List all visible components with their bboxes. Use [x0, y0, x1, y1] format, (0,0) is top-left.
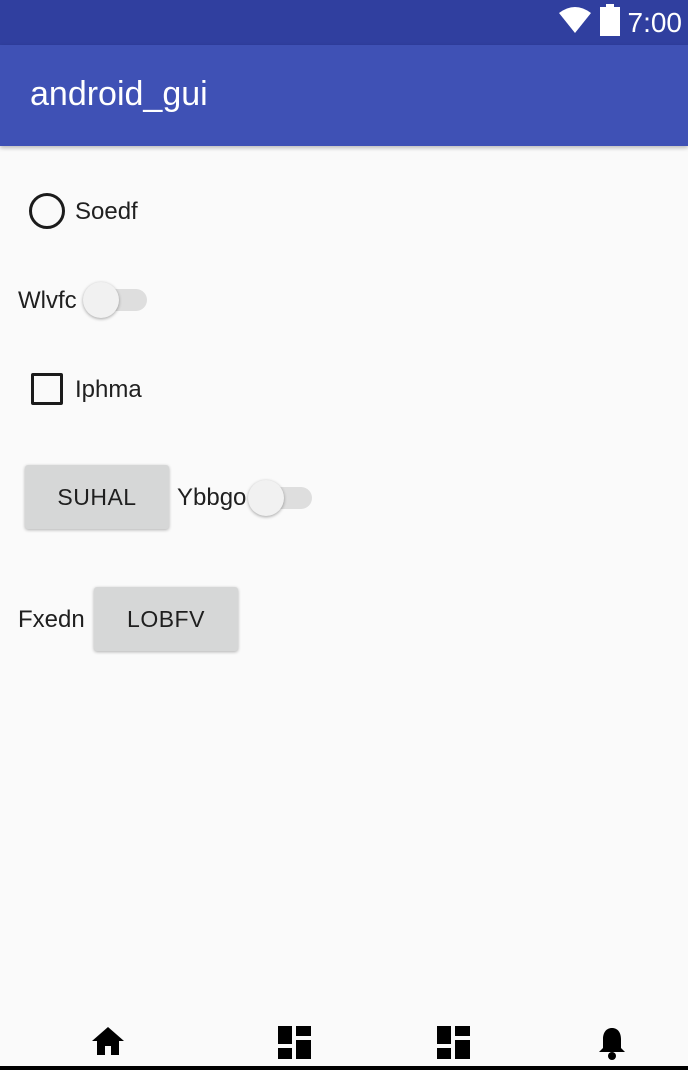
switch-ybbgo[interactable]	[248, 480, 314, 516]
switch-thumb[interactable]	[83, 282, 119, 318]
suhal-button[interactable]: SUHAL	[25, 465, 169, 529]
wifi-icon	[558, 6, 592, 39]
checkbox-iphma[interactable]: Iphma	[24, 368, 154, 410]
dashboard-icon[interactable]	[437, 1026, 470, 1064]
radio-soedf[interactable]: Soedf	[24, 190, 154, 232]
status-time: 7:00	[627, 6, 683, 38]
lobfv-button[interactable]: LOBFV	[94, 587, 238, 651]
battery-icon	[599, 4, 620, 41]
notifications-icon[interactable]	[597, 1026, 627, 1065]
switch-thumb[interactable]	[248, 480, 284, 516]
status-icons: 7:00	[558, 0, 683, 45]
switch-wlvfc[interactable]	[83, 282, 149, 318]
status-bar: 7:00	[0, 0, 688, 45]
radio-label: Soedf	[75, 198, 138, 225]
content-area: Soedf Wlvfc Iphma SUHAL Ybbgo Fxedn LOBF…	[0, 146, 688, 1036]
app-title: android_gui	[30, 75, 208, 113]
home-icon[interactable]	[91, 1026, 125, 1061]
bottom-navigation	[0, 1012, 688, 1070]
checkbox-square[interactable]	[31, 373, 63, 405]
switch-label-wlvfc: Wlvfc	[18, 287, 77, 314]
dashboard-icon[interactable]	[278, 1026, 311, 1064]
radio-button-circle[interactable]	[29, 193, 65, 229]
text-label-fxedn: Fxedn	[18, 606, 85, 633]
app-bar: android_gui	[0, 45, 688, 146]
checkbox-label: Iphma	[75, 376, 142, 403]
switch-label-ybbgo: Ybbgo	[177, 484, 247, 511]
